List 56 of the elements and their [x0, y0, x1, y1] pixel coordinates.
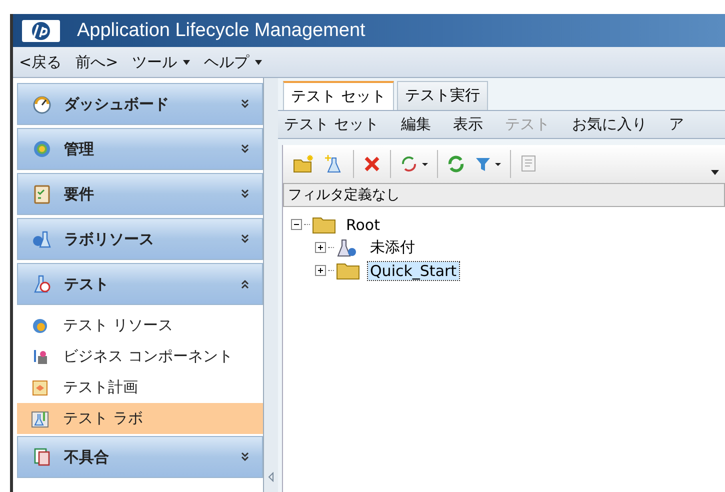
chevron-icon[interactable] [240, 452, 250, 462]
filter-status: フィルタ定義なし [283, 183, 725, 207]
sidebar-item[interactable]: テスト リソース [17, 310, 263, 341]
sidebar-item[interactable]: テスト計画 [17, 372, 263, 403]
item-icon [31, 378, 49, 396]
chevron-icon[interactable] [240, 144, 250, 154]
dropdown-arrow-icon[interactable] [255, 60, 262, 64]
menu-item[interactable]: 編集 [400, 115, 431, 134]
dropdown-arrow-icon[interactable] [183, 60, 190, 64]
chevron-icon[interactable] [240, 99, 250, 109]
chevron-icon[interactable] [240, 189, 250, 199]
module-icon [32, 274, 52, 294]
collapse-icon[interactable] [267, 472, 275, 482]
module-header[interactable]: ラボリソース [17, 218, 263, 260]
window-title: Application Lifecycle Management [77, 20, 366, 42]
menu-item[interactable]: 表示 [452, 115, 483, 134]
expander-icon[interactable] [315, 265, 326, 276]
overflow-icon[interactable] [711, 170, 719, 175]
menu-item[interactable]: テスト セット [284, 115, 379, 134]
refresh-icon[interactable] [446, 154, 466, 174]
menu-item[interactable]: ア [668, 115, 684, 134]
item-icon [31, 410, 49, 428]
module-icon [32, 139, 52, 159]
new-folder-icon[interactable] [293, 154, 315, 174]
expander-icon[interactable] [291, 219, 302, 230]
tree-node[interactable]: Root [344, 216, 382, 234]
folder-icon [312, 216, 336, 234]
menu-item[interactable]: ツール [132, 52, 178, 72]
module-icon [32, 184, 52, 204]
logo-icon [21, 18, 61, 42]
sidebar-item[interactable]: ビジネス コンポーネント [17, 341, 263, 372]
expander-icon[interactable] [315, 242, 326, 253]
tree-node[interactable]: 未添付 [368, 238, 417, 257]
module-icon [32, 94, 52, 114]
tab[interactable]: テスト セット [283, 81, 394, 110]
module-header[interactable]: テスト [17, 263, 263, 305]
sidebar-item[interactable]: テスト ラボ [17, 403, 263, 434]
module-header[interactable]: 要件 [17, 173, 263, 215]
sync-icon[interactable] [399, 154, 429, 174]
menu-item[interactable]: <戻る [19, 52, 62, 72]
menu-item[interactable]: ヘルプ [204, 52, 250, 72]
chevron-icon[interactable] [240, 279, 250, 289]
folder-icon [336, 262, 360, 280]
module-icon [32, 447, 52, 467]
module-header[interactable]: 管理 [17, 128, 263, 170]
module-header[interactable]: ダッシュボード [17, 83, 263, 125]
tree-node[interactable]: Quick_Start [368, 262, 459, 280]
item-icon [31, 348, 49, 366]
chevron-icon[interactable] [240, 234, 250, 244]
menu-item[interactable]: お気に入り [572, 115, 647, 134]
tab[interactable]: テスト実行 [396, 81, 488, 110]
module-icon [32, 229, 52, 249]
menu-item[interactable]: 前へ> [76, 52, 118, 72]
module-header[interactable]: 不具合 [17, 436, 263, 478]
delete-icon[interactable] [362, 154, 382, 174]
item-icon [31, 316, 49, 334]
